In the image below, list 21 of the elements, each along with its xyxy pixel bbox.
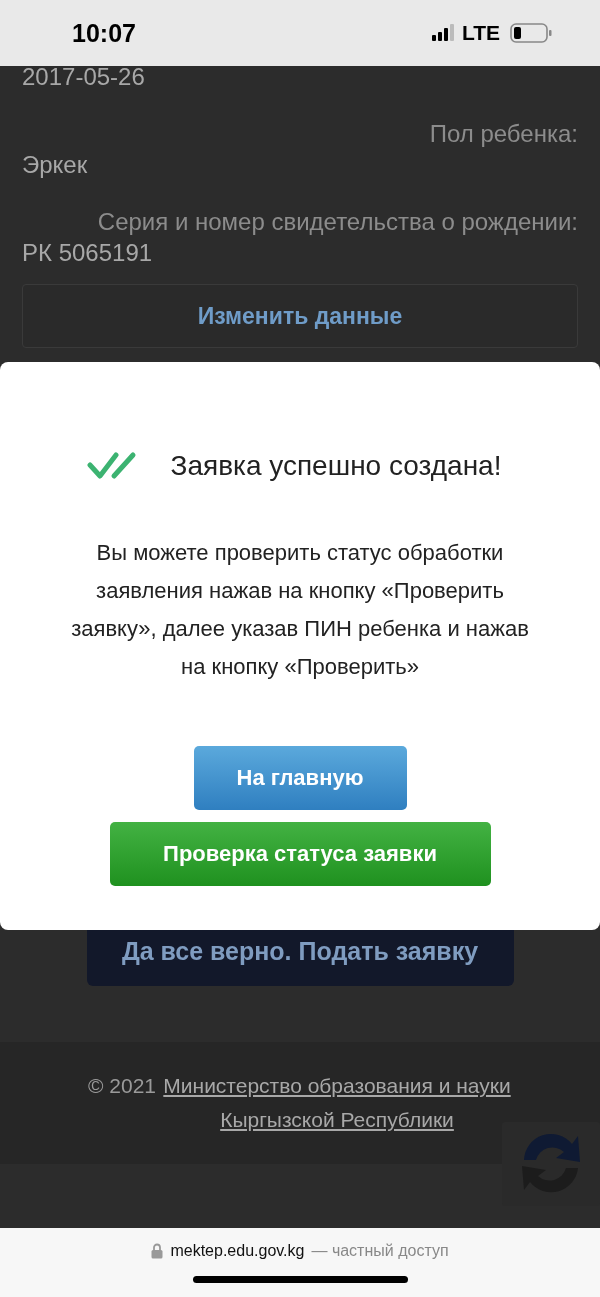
field-label: Пол ребенка: (428, 120, 578, 148)
battery-icon (510, 23, 552, 43)
domain-text[interactable]: mektep.edu.gov.kg (170, 1242, 305, 1260)
ministry-link[interactable]: Министерство образования и науки Кыргызской Республики (162, 1069, 512, 1137)
clock-time: 10:07 (72, 18, 136, 48)
field-value: Эркек (22, 150, 89, 180)
field-value: 2017-05-26 (22, 62, 146, 92)
home-indicator[interactable] (192, 1276, 408, 1283)
status-check-button[interactable]: Проверка статуса заявки (109, 822, 491, 886)
dialog-message: Вы можете проверить статус обработки заявления нажав на кнопку «Проверить заявку», далее указав ПИН ребенка и нажав на кнопку «Проверить» (70, 539, 530, 681)
network-label: LTE (461, 21, 500, 45)
lock-icon (151, 1243, 164, 1259)
copyright-text: © 2021 (88, 1073, 156, 1099)
home-button[interactable]: На главную (193, 746, 407, 810)
private-access-label: — частный доступ (311, 1242, 449, 1260)
signal-icon (431, 24, 456, 42)
dialog-title: Заявка успешно создана! (170, 450, 502, 482)
field-label: Серия и номер свидетельства о рождении: (96, 208, 578, 236)
double-check-icon (86, 451, 137, 481)
edit-button[interactable]: Изменить данные (22, 284, 578, 348)
field-value: РК 5065191 (22, 238, 154, 268)
